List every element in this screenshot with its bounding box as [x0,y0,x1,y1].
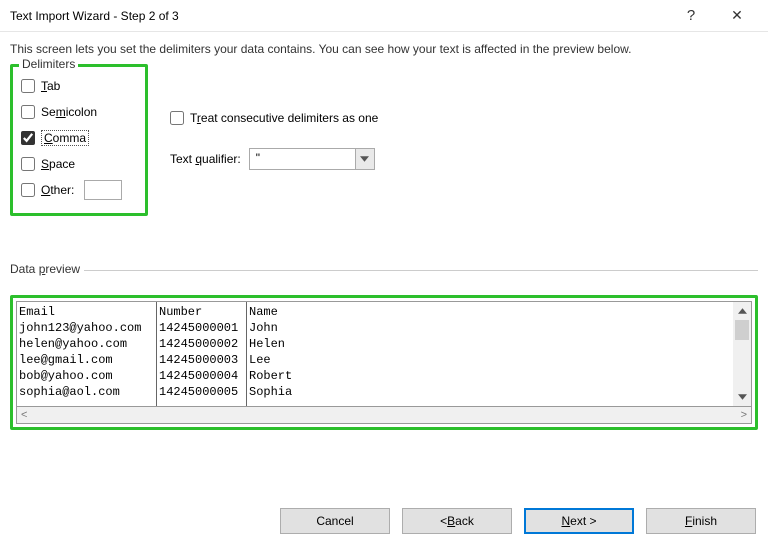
chevron-up-icon [738,308,747,314]
text-qualifier-select[interactable]: " [249,148,375,170]
text-qualifier-value: " [249,148,355,170]
other-input[interactable] [84,180,122,200]
preview-column: Number 14245000001 14245000002 142450000… [157,302,247,406]
tab-label[interactable]: Tab [41,79,60,93]
tab-checkbox[interactable] [21,79,35,93]
semicolon-label[interactable]: Semicolon [41,105,97,119]
data-preview-legend: Data preview [10,262,84,276]
scroll-left-arrow[interactable]: < [21,409,27,421]
text-qualifier-dropdown-button[interactable] [355,148,375,170]
data-preview-group: Data preview Email john123@yahoo.com hel… [10,270,758,430]
scroll-up-arrow[interactable] [733,302,751,320]
scroll-track[interactable] [733,320,751,388]
chevron-down-icon [738,394,747,400]
delimiters-legend: Delimiters [19,57,78,71]
chevron-down-icon [360,156,369,162]
other-checkbox[interactable] [21,183,35,197]
data-preview-columns: Email john123@yahoo.com helen@yahoo.com … [17,302,733,406]
treat-consecutive-label[interactable]: Treat consecutive delimiters as one [190,111,378,125]
scroll-down-arrow[interactable] [733,388,751,406]
scroll-thumb[interactable] [735,320,749,340]
data-preview-box: Email john123@yahoo.com helen@yahoo.com … [10,295,758,430]
delimiter-options: Treat consecutive delimiters as one Text… [170,62,378,170]
titlebar: Text Import Wizard - Step 2 of 3 ? ✕ [0,0,768,32]
comma-checkbox[interactable] [21,131,35,145]
finish-button[interactable]: Finish [646,508,756,534]
next-button[interactable]: Next > [524,508,634,534]
preview-horizontal-scrollbar[interactable]: < > [16,407,752,424]
space-checkbox[interactable] [21,157,35,171]
scroll-right-arrow[interactable]: > [741,409,747,421]
preview-column: Email john123@yahoo.com helen@yahoo.com … [17,302,157,406]
dialog-buttons: Cancel < Back Next > Finish [0,490,768,546]
preview-vertical-scrollbar[interactable] [733,302,751,406]
back-button[interactable]: < Back [402,508,512,534]
preview-column: Name John Helen Lee Robert Sophia [247,302,733,406]
space-label[interactable]: Space [41,157,75,171]
text-qualifier-label: Text qualifier: [170,152,241,166]
cancel-button[interactable]: Cancel [280,508,390,534]
treat-consecutive-checkbox[interactable] [170,111,184,125]
semicolon-checkbox[interactable] [21,105,35,119]
data-preview-inner: Email john123@yahoo.com helen@yahoo.com … [16,301,752,407]
comma-label[interactable]: Comma [41,131,89,145]
other-label[interactable]: Other: [41,183,74,197]
dialog-description: This screen lets you set the delimiters … [0,32,768,62]
help-button[interactable]: ? [668,0,714,32]
close-button[interactable]: ✕ [714,0,760,32]
dialog-title: Text Import Wizard - Step 2 of 3 [10,9,668,23]
delimiters-fieldset: Delimiters Tab Semicolon Comma Space [10,64,148,216]
text-import-wizard-dialog: Text Import Wizard - Step 2 of 3 ? ✕ Thi… [0,0,768,546]
